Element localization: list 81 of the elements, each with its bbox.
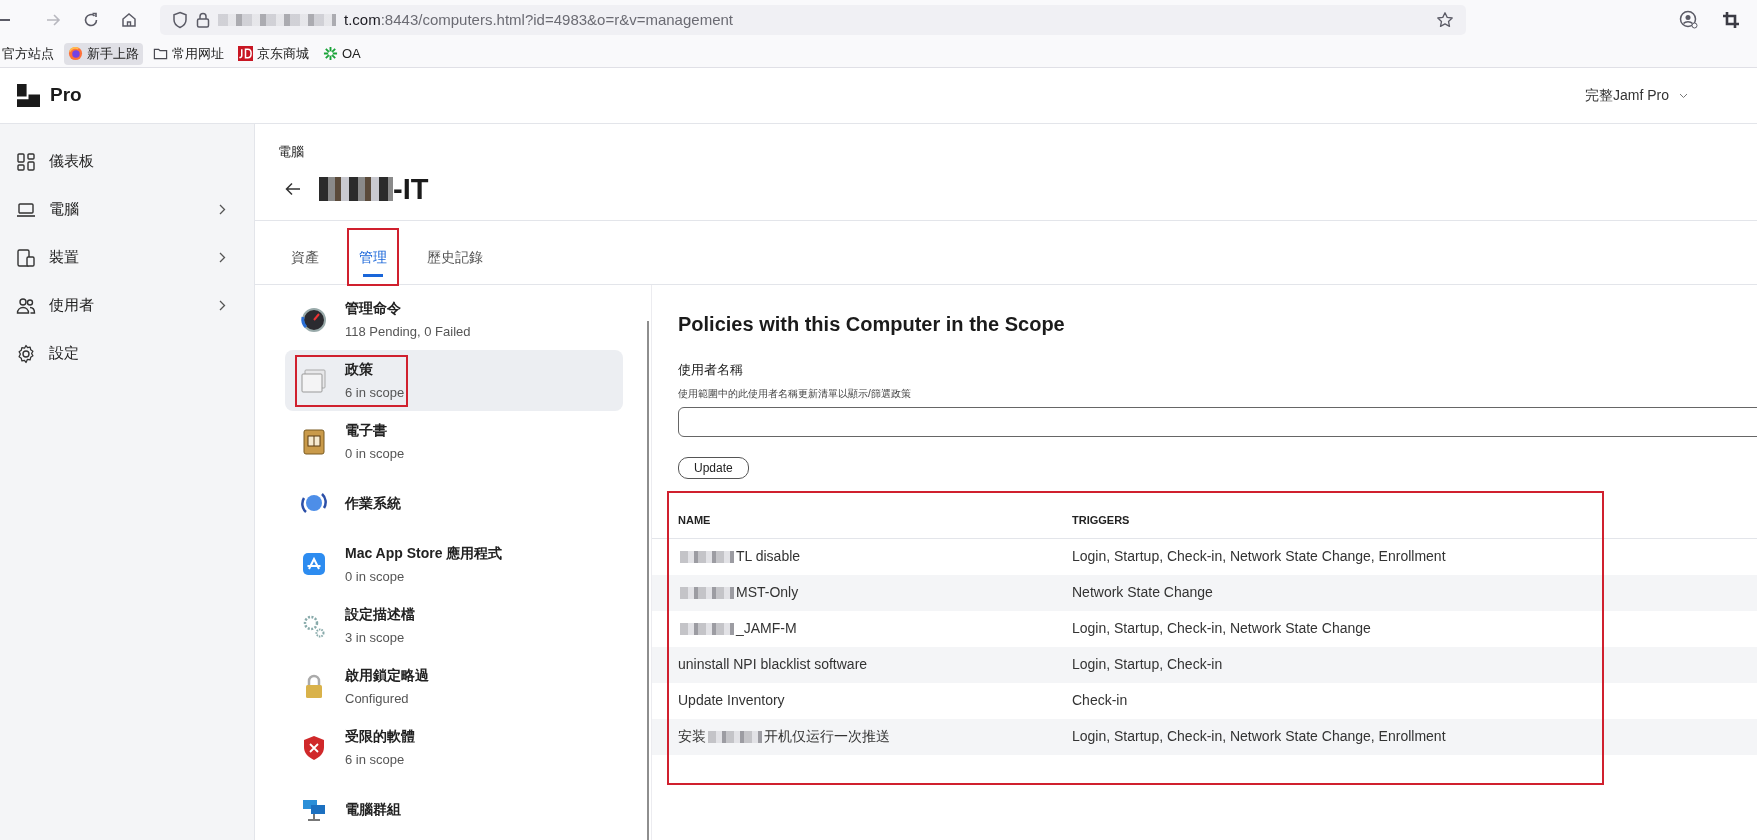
sidebar-item[interactable]: 裝置 [14,240,240,275]
crop-icon[interactable] [1723,12,1739,28]
panel-heading: Policies with this Computer in the Scope [677,312,1066,337]
bookmark-item[interactable]: OA [319,42,365,65]
square-logo-icon [238,46,253,61]
column-header[interactable]: TRIGGERS [1072,511,1757,529]
table-cell-text: Check-in [1072,691,1129,710]
table-cell-text: MST-Only [736,583,799,602]
url-text[interactable]: t.com:8443/computers.html?id=4983&o=r&v=management [344,8,733,32]
table-cell-text: Network State Change [1072,583,1214,602]
home-icon[interactable] [120,11,138,29]
table-cell-text: Login, Startup, Check-in, Network State Change, Enrollment [1072,547,1447,566]
redaction-block [708,730,762,743]
devices-icon [16,247,36,268]
item-title: 設定描述檔 [345,604,415,624]
management-item[interactable]: 政策 6 in scope [285,350,623,412]
table-cell-text: Login, Startup, Check-in, Network State Change [1072,619,1372,638]
item-subtitle: 6 in scope [345,384,405,403]
browser-globe-icon [68,46,83,61]
table-cell-text: _JAMF-M [736,619,797,638]
lock-icon[interactable] [196,12,210,28]
column-header[interactable]: NAME [652,511,1072,529]
redaction-block [680,550,734,563]
back-arrow-icon[interactable] [285,182,301,197]
bookmark-item[interactable]: 京东商城 [234,42,313,65]
chevron-right-icon [219,252,226,263]
field-label: 使用者名稱 [677,361,744,379]
item-subtitle: 118 Pending, 0 Failed [345,322,471,341]
account-menu[interactable]: 完整Jamf Pro [1585,85,1688,106]
item-title: 作業系統 [345,493,401,513]
item-title: 管理命令 [345,298,402,318]
item-subtitle: 0 in scope [345,445,405,464]
item-title: Mac App Store 應用程式 [345,543,503,563]
sidebar-item[interactable]: 使用者 [14,288,240,323]
item-title: 受限的軟體 [345,727,415,747]
logo-icon [17,84,40,107]
item-title: 電子書 [345,421,388,441]
table-cell-text: uninstall NPI blacklist software [678,655,868,674]
chevron-right-icon [219,204,226,215]
item-title: 啟用鎖定略過 [345,666,429,686]
dashboard-icon [16,151,36,172]
sidebar-item[interactable]: 電腦 [14,192,240,227]
settings-icon [16,343,36,364]
reload-icon[interactable] [82,11,100,29]
folder-icon [153,46,168,61]
asterisk-logo-icon [323,46,338,61]
star-icon[interactable] [1436,11,1454,29]
item-title: 電腦群組 [345,799,401,819]
sidebar-item[interactable]: 設定 [14,336,240,371]
shield-icon[interactable] [172,11,188,29]
breadcrumb[interactable]: 電腦 [278,142,1757,162]
tab[interactable]: 資產 [279,228,331,286]
table-cell-text: TL disable [736,547,801,566]
bookmark-item[interactable]: 常用网址 [149,42,228,65]
update-button[interactable]: Update [678,456,749,479]
item-subtitle: 3 in scope [345,628,406,647]
table-cell-text: 开机仅运行一次推送 [764,727,890,746]
chevron-right-icon [219,300,226,311]
table-cell-text: 安装 [678,727,706,746]
item-subtitle: Configured [345,690,410,709]
table-cell-text: Update Inventory [678,691,785,710]
bookmark-item[interactable]: 官方站点 [0,42,58,65]
account-icon[interactable] [1679,10,1699,30]
sidebar-item[interactable]: 儀表板 [14,144,240,179]
table-cell-text: Login, Startup, Check-in [1072,655,1224,674]
logo-text: Pro [50,83,82,108]
redaction-block [680,586,734,599]
tab[interactable]: 管理 [347,228,399,286]
url-bar[interactable]: t.com:8443/computers.html?id=4983&o=r&v=management [160,5,1466,35]
table-cell-text: Login, Startup, Check-in, Network State Change, Enrollment [1072,727,1447,746]
item-title: 政策 [345,360,374,380]
tab[interactable]: 歷史記錄 [415,228,495,286]
redaction-block [680,622,734,635]
bookmark-item[interactable]: 新手上路 [64,42,143,65]
users-icon [16,295,36,316]
page-title: -IT [393,171,429,207]
chevron-down-icon [1679,92,1688,99]
text-input[interactable] [678,406,1757,437]
item-subtitle: 0 in scope [345,567,406,586]
field-hint: 使用範圍中的此使用者名稱更新清單以顯示/篩選政策 [677,386,912,401]
item-subtitle: 6 in scope [345,751,406,770]
